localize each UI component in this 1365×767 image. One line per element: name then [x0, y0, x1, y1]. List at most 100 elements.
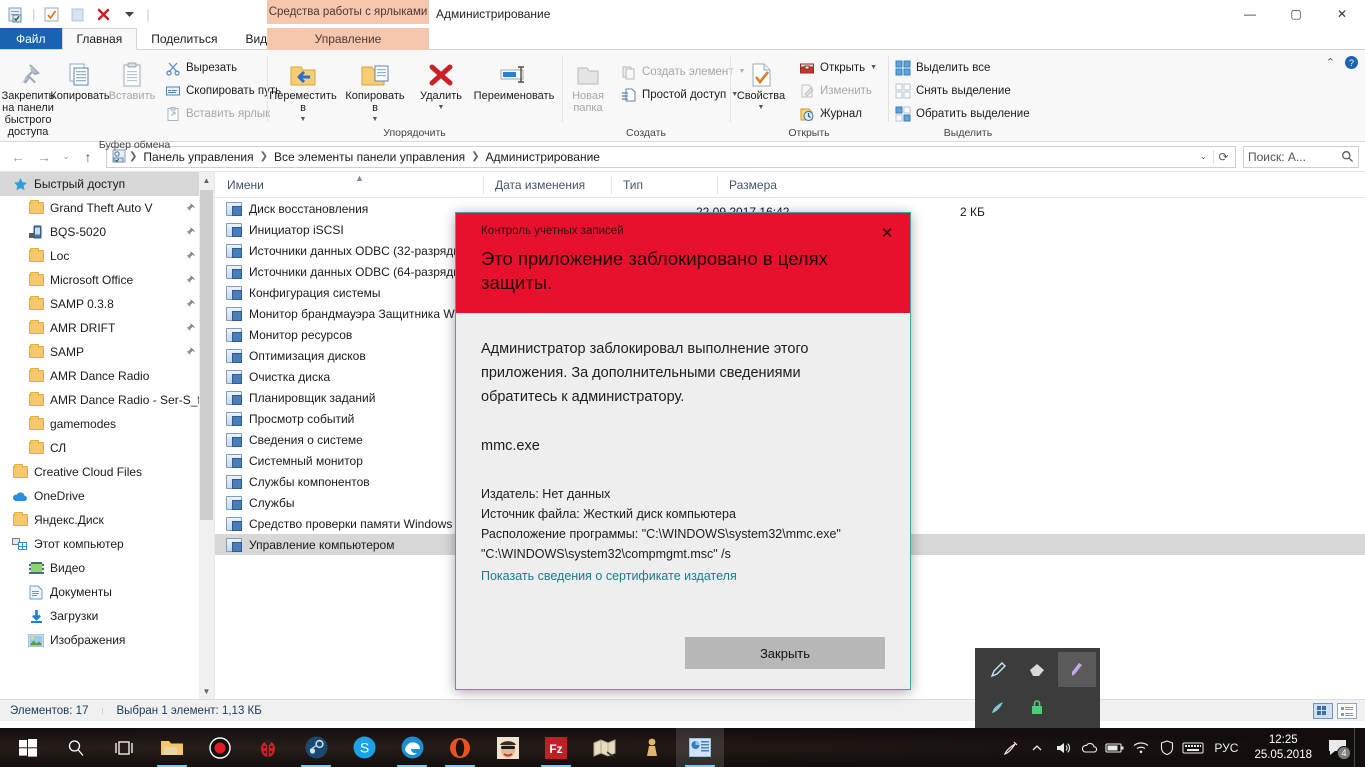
- taskbar-app-map-app[interactable]: [580, 728, 628, 767]
- move-to-caret-icon[interactable]: ▼: [300, 114, 307, 126]
- delete-caret-icon[interactable]: ▼: [438, 102, 445, 114]
- maximize-button[interactable]: ▢: [1273, 0, 1319, 28]
- battery-icon[interactable]: [1102, 728, 1128, 767]
- breadcrumb-sep-2[interactable]: ❯: [470, 151, 480, 162]
- nav-item-8[interactable]: AMR Dance Radio: [0, 364, 214, 388]
- breadcrumb-sep-0[interactable]: ❯: [128, 151, 138, 162]
- nav-scroll-up-icon[interactable]: ▲: [199, 172, 214, 188]
- nav-item-1[interactable]: Grand Theft Auto V: [0, 196, 214, 220]
- nav-scrollbar[interactable]: ▲ ▼: [199, 172, 214, 699]
- edit-button[interactable]: Изменить: [794, 79, 881, 102]
- details-view-icon[interactable]: [1313, 703, 1333, 719]
- copy-to-caret-icon[interactable]: ▼: [372, 114, 379, 126]
- pin-icon[interactable]: [185, 299, 196, 310]
- nav-item-14[interactable]: Яндекс.Диск: [0, 508, 214, 532]
- nav-item-16[interactable]: Видео: [0, 556, 214, 580]
- invert-selection-button[interactable]: Обратить выделение: [890, 102, 1034, 125]
- nav-item-5[interactable]: SAMP 0.3.8: [0, 292, 214, 316]
- delete-icon[interactable]: [94, 5, 113, 24]
- properties-caret-icon[interactable]: ▼: [758, 102, 765, 114]
- action-center-button[interactable]: 4: [1320, 728, 1354, 767]
- ink-pen-icon[interactable]: [979, 689, 1017, 724]
- help-icon[interactable]: ?: [1344, 55, 1359, 70]
- breadcrumb-item-2[interactable]: Администрирование: [482, 150, 604, 164]
- nav-item-3[interactable]: Loc: [0, 244, 214, 268]
- new-folder-button[interactable]: Новая папка: [562, 54, 614, 114]
- nav-item-6[interactable]: AMR DRIFT: [0, 316, 214, 340]
- highlighter-icon[interactable]: [1058, 652, 1096, 687]
- breadcrumb-item-1[interactable]: Все элементы панели управления: [270, 150, 469, 164]
- nav-scroll-down-icon[interactable]: ▼: [199, 683, 214, 699]
- search-icon[interactable]: [1341, 150, 1354, 163]
- taskbar-app-media-app[interactable]: [484, 728, 532, 767]
- eraser-icon[interactable]: [1019, 652, 1057, 687]
- taskbar-app-screen-recorder[interactable]: [196, 728, 244, 767]
- pin-to-quick-access-button[interactable]: Закрепить на панели быстрого доступа: [2, 54, 54, 138]
- search-button[interactable]: [52, 728, 100, 767]
- taskbar-app-presentation-app[interactable]: [676, 728, 724, 767]
- rename-button[interactable]: Переименовать: [471, 54, 557, 102]
- taskbar-app-skype[interactable]: S: [340, 728, 388, 767]
- pin-icon[interactable]: [185, 323, 196, 334]
- ink-tool-palette[interactable]: [975, 648, 1100, 728]
- nav-item-19[interactable]: Изображения: [0, 628, 214, 652]
- nav-item-4[interactable]: Microsoft Office: [0, 268, 214, 292]
- taskbar-app-chess-app[interactable]: [628, 728, 676, 767]
- minimize-button[interactable]: —: [1227, 0, 1273, 28]
- properties-button[interactable]: Свойства ▼: [730, 54, 792, 114]
- column-header-type[interactable]: Тип: [611, 172, 717, 198]
- taskbar-app-microsoft-edge[interactable]: [388, 728, 436, 767]
- navigation-pane[interactable]: Быстрый доступ Grand Theft Auto V BQS-5020…: [0, 172, 215, 699]
- nav-item-15[interactable]: Этот компьютер: [0, 532, 214, 556]
- lock-icon[interactable]: [1019, 689, 1057, 724]
- uac-certificate-link[interactable]: Показать сведения о сертификате издателя: [481, 566, 885, 586]
- tab-manage[interactable]: Управление: [267, 28, 429, 50]
- pin-icon[interactable]: [185, 347, 196, 358]
- open-button[interactable]: Открыть ▼: [794, 56, 881, 79]
- task-view-button[interactable]: [100, 728, 148, 767]
- nav-item-12[interactable]: Creative Cloud Files: [0, 460, 214, 484]
- nav-item-11[interactable]: СЛ: [0, 436, 214, 460]
- column-header-size[interactable]: Размера: [717, 172, 807, 198]
- nav-scroll-thumb[interactable]: [200, 190, 213, 520]
- taskbar-app-opera[interactable]: [436, 728, 484, 767]
- network-icon[interactable]: [1128, 728, 1154, 767]
- nav-item-18[interactable]: Загрузки: [0, 604, 214, 628]
- select-all-button[interactable]: Выделить все: [890, 56, 1034, 79]
- new-folder-icon[interactable]: [42, 5, 61, 24]
- close-button[interactable]: ✕: [1319, 0, 1365, 28]
- nav-item-13[interactable]: OneDrive: [0, 484, 214, 508]
- pin-icon[interactable]: [185, 203, 196, 214]
- customize-qat-icon[interactable]: [120, 5, 139, 24]
- breadcrumb[interactable]: ❯ Панель управления ❯ Все элементы панел…: [106, 145, 1236, 168]
- pin-icon[interactable]: [185, 251, 196, 262]
- copy-button[interactable]: Копировать: [50, 54, 110, 102]
- copy-to-button[interactable]: Копировать в ▼: [339, 54, 411, 126]
- start-button[interactable]: [4, 728, 52, 767]
- undo-icon[interactable]: [68, 5, 87, 24]
- paste-button[interactable]: Вставить: [106, 54, 158, 102]
- column-header-date[interactable]: Дата изменения: [483, 172, 611, 198]
- search-input[interactable]: Поиск: А...: [1248, 150, 1341, 164]
- pin-icon[interactable]: [185, 275, 196, 286]
- taskbar-app-bug-app[interactable]: [244, 728, 292, 767]
- close-button[interactable]: Закрыть: [685, 637, 885, 669]
- tab-file[interactable]: Файл: [0, 28, 62, 49]
- show-hidden-icons[interactable]: [1024, 728, 1050, 767]
- history-button[interactable]: Журнал: [794, 102, 881, 125]
- nav-item-9[interactable]: AMR Dance Radio - Ser-S_f: [0, 388, 214, 412]
- tab-share[interactable]: Поделиться: [137, 28, 231, 49]
- tiles-view-icon[interactable]: [1337, 703, 1357, 719]
- address-dropdown-icon[interactable]: ⌄: [1195, 151, 1212, 162]
- taskbar-app-filezilla[interactable]: Fz: [532, 728, 580, 767]
- nav-item-0[interactable]: Быстрый доступ: [0, 172, 214, 196]
- close-icon[interactable]: ✕: [874, 222, 900, 244]
- properties-icon[interactable]: [6, 5, 25, 24]
- nav-item-17[interactable]: Документы: [0, 580, 214, 604]
- open-caret-icon[interactable]: ▼: [870, 64, 877, 71]
- pen-tray-icon[interactable]: [998, 728, 1024, 767]
- nav-item-2[interactable]: BQS-5020: [0, 220, 214, 244]
- pin-icon[interactable]: [185, 227, 196, 238]
- select-none-button[interactable]: Снять выделение: [890, 79, 1034, 102]
- pen-icon[interactable]: [979, 652, 1017, 687]
